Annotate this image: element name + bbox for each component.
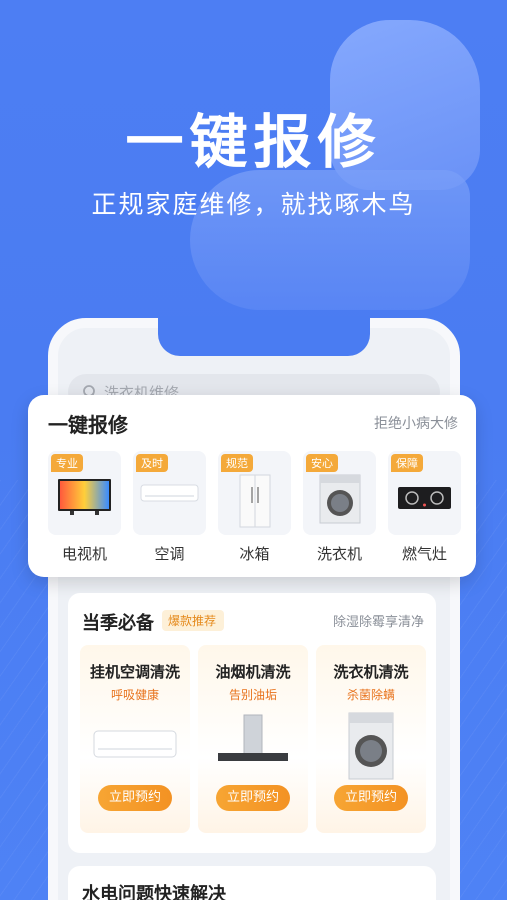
repair-item-gas-stove[interactable]: 保障 燃气灶 (388, 451, 461, 564)
air-conditioner-icon (93, 730, 177, 758)
service-card-washer-cleaning[interactable]: 洗衣机清洗 杀菌除螨 立即预约 (316, 645, 426, 833)
service-card-hood-cleaning[interactable]: 油烟机清洗 告别油垢 立即预约 (198, 645, 308, 833)
item-label: 电视机 (61, 545, 107, 563)
hero-subtitle: 正规家庭维修，就找啄木鸟 (91, 190, 416, 219)
service-name: 挂机空调清洗 (89, 663, 180, 681)
repair-slogan: 拒绝小病大修 (374, 416, 458, 432)
hot-badge-label: 爆款推荐 (168, 614, 217, 628)
repair-title: 一键报修 (48, 413, 128, 437)
utility-card[interactable]: 水电问题快速解决 (68, 866, 436, 900)
book-now-button[interactable]: 立即预约 (98, 785, 172, 811)
item-tag: 专业 (51, 454, 83, 472)
phone-notch (158, 316, 370, 356)
hero-title: 一键报修 (125, 108, 382, 176)
season-title: 当季必备 (82, 613, 154, 634)
service-name: 油烟机清洗 (215, 663, 291, 681)
book-now-button[interactable]: 立即预约 (334, 785, 408, 811)
hot-badge: 爆款推荐 (162, 610, 225, 631)
washing-machine-icon (348, 712, 394, 780)
utility-title: 水电问题快速解决 (82, 884, 226, 900)
item-tag: 安心 (306, 454, 338, 472)
item-tag: 规范 (221, 454, 253, 472)
item-tag: 及时 (136, 454, 168, 472)
item-label: 洗衣机 (316, 545, 362, 563)
item-label: 空调 (154, 545, 185, 563)
item-tag: 保障 (391, 454, 423, 472)
repair-card: 一键报修 拒绝小病大修 专业 电视机 及时 空调 规范 冰箱 安心 洗衣机 保障… (28, 395, 476, 577)
service-desc: 呼吸健康 (110, 688, 159, 702)
season-right-text: 除湿除霉享清净 (332, 615, 424, 630)
service-desc: 杀菌除螨 (346, 688, 395, 702)
repair-item-tv[interactable]: 专业 电视机 (48, 451, 121, 564)
range-hood-icon (218, 714, 288, 761)
service-name: 洗衣机清洗 (333, 663, 409, 681)
repair-item-washing-machine[interactable]: 安心 洗衣机 (303, 451, 376, 564)
service-card-ac-cleaning[interactable]: 挂机空调清洗 呼吸健康 立即预约 (80, 645, 190, 833)
book-now-button[interactable]: 立即预约 (216, 785, 290, 811)
service-desc: 告别油垢 (228, 688, 277, 702)
repair-item-fridge[interactable]: 规范 冰箱 (218, 451, 291, 564)
repair-item-air-conditioner[interactable]: 及时 空调 (133, 451, 206, 564)
season-card: 当季必备 爆款推荐 除湿除霉享清净 挂机空调清洗 呼吸健康 立即预约 油烟机清洗… (68, 593, 436, 853)
item-label: 燃气灶 (401, 545, 447, 563)
item-label: 冰箱 (239, 545, 270, 563)
